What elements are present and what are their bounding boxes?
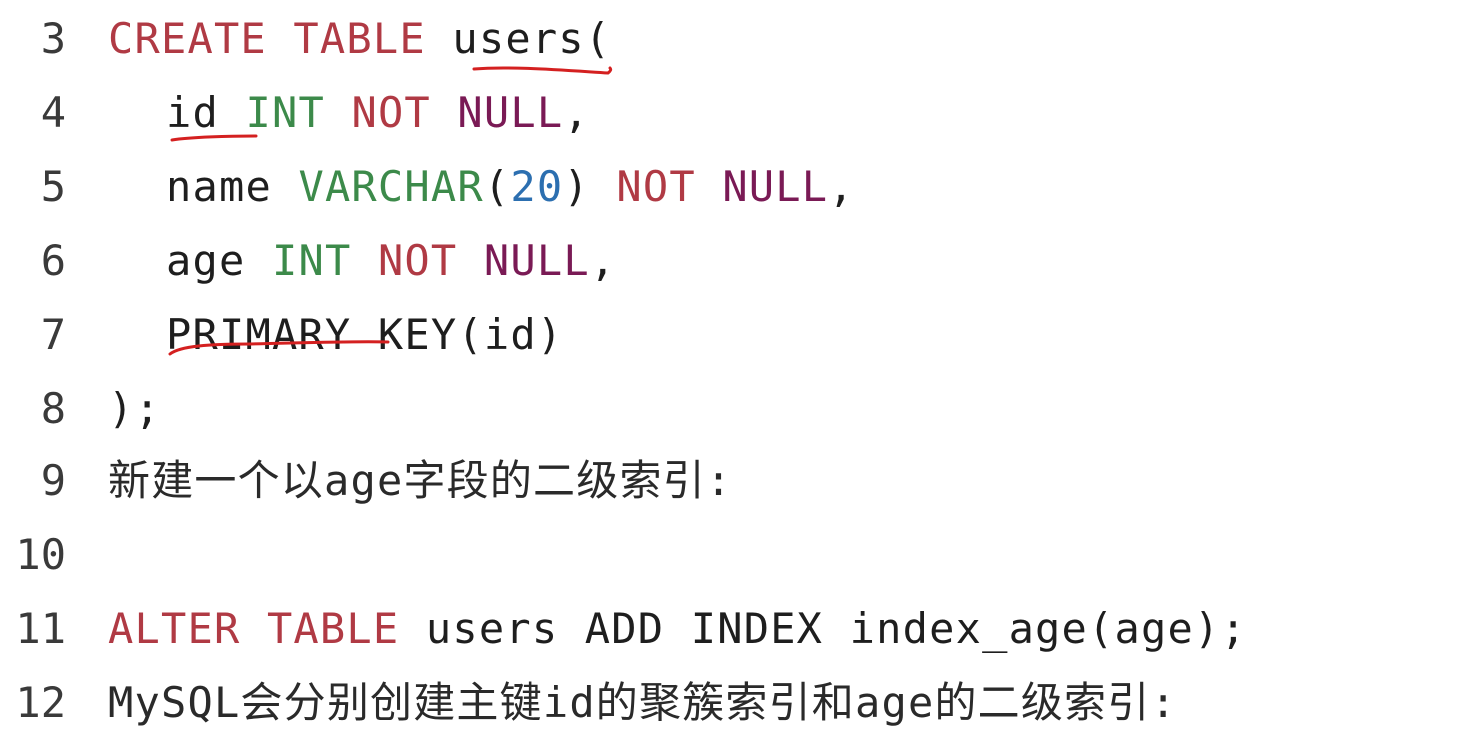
keyword: CREATE [108,14,267,63]
column-name: name [166,162,272,211]
code-line-4[interactable]: 4 id INT NOT NULL, [0,76,1472,150]
keyword: KEY [377,310,458,359]
code-text: ); [108,372,161,446]
code-text: id INT NOT NULL, [108,76,590,150]
code-line-8[interactable]: 8 ); [0,372,1472,446]
code-line-11[interactable]: 11 ALTER TABLE users ADD INDEX index_age… [0,592,1472,666]
line-number: 5 [40,162,66,211]
note-text: 新建一个以age字段的二级索引: [108,456,733,505]
number: 20 [510,162,564,211]
data-type: VARCHAR [298,162,484,211]
code-text: CREATE TABLE users( [108,2,611,76]
code-editor[interactable]: 3 CREATE TABLE users( 4 id INT NOT NULL,… [0,0,1472,746]
keyword: PRIMARY [166,310,352,359]
punctuation: ( [584,14,612,63]
punctuation: ); [108,384,161,433]
keyword: TABLE [293,14,426,63]
code-line-9[interactable]: 9 新建一个以age字段的二级索引: [0,444,1472,518]
code-line-6[interactable]: 6 age INT NOT NULL, [0,224,1472,298]
code-line-3[interactable]: 3 CREATE TABLE users( [0,2,1472,76]
keyword: NOT [351,88,431,137]
column-name: id [166,88,219,137]
code-text: PRIMARY KEY(id) [108,298,563,372]
data-type: INT [271,236,352,285]
data-type: INT [245,88,325,137]
key-columns: (id) [457,310,564,359]
punctuation: , [589,236,617,285]
line-number: 10 [15,530,66,579]
line-number: 9 [40,456,66,505]
code-line-10[interactable]: 10 [0,518,1472,592]
code-line-7[interactable]: 7 PRIMARY KEY(id) [0,298,1472,372]
keyword: ALTER [108,604,241,653]
line-number: 7 [40,310,66,359]
table-name: users [452,14,585,63]
code-text: age INT NOT NULL, [108,224,616,298]
code-line-12[interactable]: 12 MySQL会分别创建主键id的聚簇索引和age的二级索引: [0,666,1472,740]
line-number: 4 [40,88,66,137]
keyword: NULL [457,88,564,137]
keyword: NOT [377,236,458,285]
code-line-5[interactable]: 5 name VARCHAR(20) NOT NULL, [0,150,1472,224]
punctuation: , [563,88,590,137]
statement-rest: users ADD INDEX index_age(age); [425,604,1247,653]
line-number: 12 [15,678,66,727]
column-name: age [166,236,246,285]
keyword: NULL [483,236,590,285]
code-text: ALTER TABLE users ADD INDEX index_age(ag… [108,592,1247,666]
punctuation: , [828,162,855,211]
keyword: NOT [616,162,696,211]
note-text: MySQL会分别创建主键id的聚簇索引和age的二级索引: [108,678,1177,727]
keyword: NULL [722,162,829,211]
punctuation: ) [563,162,590,211]
line-number: 6 [40,236,66,285]
punctuation: ( [483,162,511,211]
line-number: 3 [40,14,66,63]
line-number: 8 [40,384,66,433]
line-number: 11 [15,604,66,653]
code-text: name VARCHAR(20) NOT NULL, [108,150,855,224]
keyword: TABLE [266,604,400,653]
